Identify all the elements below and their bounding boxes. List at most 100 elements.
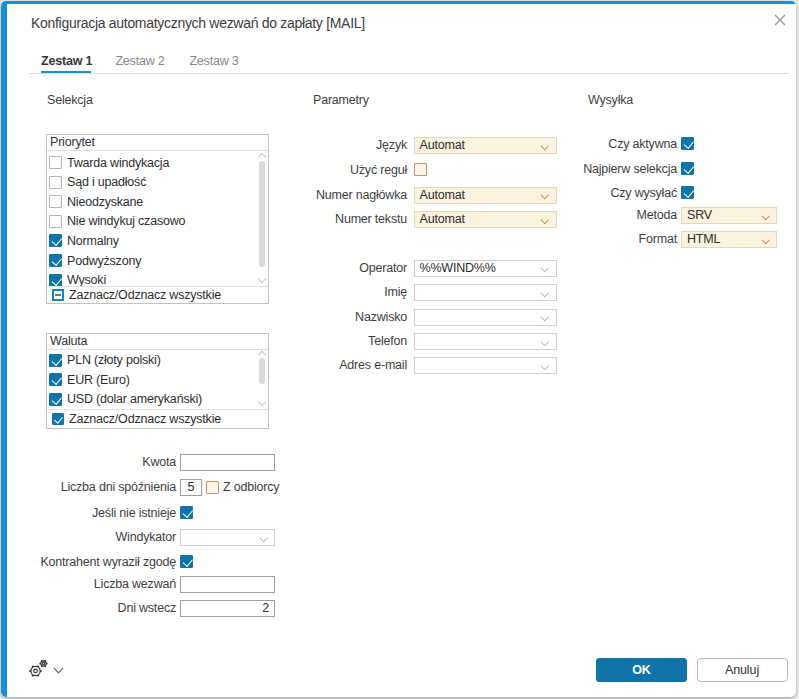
gear-icon	[27, 657, 51, 681]
format-combo[interactable]: HTML	[681, 231, 777, 248]
chevron-down-icon	[258, 398, 266, 406]
tab-zestaw-1[interactable]: Zestaw 1	[41, 51, 91, 71]
scrollbar[interactable]	[258, 151, 267, 286]
chevron-down-icon	[54, 664, 64, 674]
chevron-down-icon	[259, 533, 267, 541]
checkbox[interactable]	[49, 234, 62, 247]
list-item[interactable]: Twarda windykacja	[49, 153, 258, 172]
dni-wstecz-input[interactable]: 2	[180, 600, 275, 617]
list-item[interactable]: Podwyższony	[49, 251, 258, 270]
numer-naglowka-combo[interactable]: Automat	[414, 187, 557, 204]
jesli-nie-istnieje-checkbox[interactable]	[180, 506, 193, 519]
list-item[interactable]: EUR (Euro)	[49, 370, 258, 389]
liczba-wezwan-input[interactable]	[180, 576, 275, 593]
chevron-down-icon	[541, 289, 549, 297]
chevron-down-icon	[258, 275, 266, 283]
checkbox[interactable]	[49, 373, 62, 386]
adres-email-combo[interactable]	[414, 357, 557, 374]
tabbar-divider	[29, 73, 789, 74]
scrollbar[interactable]	[258, 350, 267, 409]
czy-aktywna-checkbox[interactable]	[681, 137, 694, 150]
z-odbiorcy-label: Z odbiorcy	[223, 479, 303, 496]
chevron-down-icon	[761, 212, 769, 220]
section-selekcja: Selekcja	[47, 93, 93, 107]
checkbox[interactable]	[49, 254, 62, 267]
list-item[interactable]: Nie windykuj czasowo	[49, 212, 258, 231]
checkbox[interactable]	[49, 195, 62, 208]
czy-aktywna-label: Czy aktywna	[551, 136, 677, 153]
imie-label: Imię	[281, 284, 407, 301]
chevron-down-icon	[541, 141, 549, 149]
dialog: Konfiguracja automatycznych wezwań do za…	[1, 1, 796, 697]
list-item[interactable]: Nieodzyskane	[49, 192, 258, 211]
checkbox[interactable]	[49, 156, 62, 169]
chevron-down-icon	[541, 191, 549, 199]
tab-zestaw-2[interactable]: Zestaw 2	[115, 51, 165, 71]
kontrahent-wyrazil-zgode-checkbox[interactable]	[180, 555, 193, 568]
imie-combo[interactable]	[414, 284, 557, 301]
checkbox[interactable]	[49, 354, 62, 367]
checkbox[interactable]	[49, 393, 62, 406]
priorytet-listbox: Priorytet Twarda windykacja Sąd i upadło…	[46, 134, 269, 304]
select-all-row[interactable]: Zaznacz/Odznacz wszystkie	[47, 286, 268, 303]
cancel-button[interactable]: Anuluj	[697, 658, 788, 682]
close-button[interactable]	[769, 9, 791, 31]
kwota-label: Kwota	[29, 454, 176, 471]
close-icon	[774, 14, 786, 26]
czy-wysylac-checkbox[interactable]	[681, 186, 694, 199]
kontrahent-wyrazil-zgode-label: Kontrahent wyraził zgodę	[29, 554, 176, 571]
liczba-wezwan-label: Liczba wezwań	[29, 576, 176, 593]
chevron-down-icon	[541, 313, 549, 321]
metoda-value: SRV	[687, 208, 712, 222]
operator-label: Operator	[281, 260, 407, 277]
operator-value: %%WIND%%	[420, 261, 496, 275]
checkbox[interactable]	[52, 413, 64, 425]
waluta-listbox: Waluta PLN (złoty polski) EUR (Euro) USD…	[46, 333, 269, 429]
metoda-combo[interactable]: SRV	[681, 207, 777, 224]
jezyk-combo[interactable]: Automat	[414, 137, 557, 154]
chevron-down-icon	[541, 362, 549, 370]
dialog-title: Konfiguracja automatycznych wezwań do za…	[31, 13, 365, 33]
uzyc-regul-checkbox[interactable]	[414, 163, 427, 176]
operator-combo[interactable]: %%WIND%%	[414, 260, 557, 277]
tab-zestaw-3[interactable]: Zestaw 3	[189, 51, 239, 71]
accent-left-bar	[1, 1, 7, 697]
najpierw-selekcja-checkbox[interactable]	[681, 162, 694, 175]
uzyc-regul-label: Użyć reguł	[281, 162, 407, 179]
chevron-up-icon	[258, 153, 266, 161]
jezyk-value: Automat	[420, 138, 465, 152]
list-item[interactable]: PLN (złoty polski)	[49, 351, 258, 370]
checkbox[interactable]	[52, 289, 64, 301]
select-all-row[interactable]: Zaznacz/Odznacz wszystkie	[47, 409, 268, 428]
section-wysylka: Wysyłka	[588, 93, 633, 107]
ok-button[interactable]: OK	[596, 658, 687, 682]
chevron-down-icon	[541, 337, 549, 345]
scrollbar-thumb[interactable]	[259, 161, 265, 267]
list-item[interactable]: USD (dolar amerykański)	[49, 390, 258, 409]
list-item[interactable]: Sąd i upadłość	[49, 173, 258, 192]
scrollbar-thumb[interactable]	[259, 358, 265, 384]
jezyk-label: Język	[281, 137, 407, 154]
windykator-combo[interactable]	[180, 529, 275, 546]
nazwisko-combo[interactable]	[414, 309, 557, 326]
checkbox[interactable]	[49, 215, 62, 228]
liczba-dni-spoznienia-input[interactable]: 5	[180, 479, 202, 496]
kwota-input[interactable]	[180, 454, 275, 471]
format-label: Format	[551, 231, 677, 248]
numer-tekstu-label: Numer tekstu	[281, 211, 407, 228]
jesli-nie-istnieje-label: Jeśli nie istnieje	[29, 505, 176, 522]
checkbox[interactable]	[49, 176, 62, 189]
list-item[interactable]: Normalny	[49, 231, 258, 250]
numer-tekstu-value: Automat	[420, 212, 465, 226]
settings-menu-button[interactable]	[27, 657, 71, 683]
telefon-combo[interactable]	[414, 333, 557, 350]
liczba-dni-spoznienia-label: Liczba dni spóźnienia	[29, 479, 176, 496]
screen: Konfiguracja automatycznych wezwań do za…	[0, 0, 799, 699]
numer-tekstu-combo[interactable]: Automat	[414, 211, 557, 228]
z-odbiorcy-checkbox[interactable]	[206, 481, 219, 494]
accent-top-bar	[1, 1, 796, 4]
checkbox[interactable]	[49, 274, 62, 287]
chevron-down-icon	[541, 264, 549, 272]
chevron-down-icon	[541, 215, 549, 223]
metoda-label: Metoda	[551, 207, 677, 224]
